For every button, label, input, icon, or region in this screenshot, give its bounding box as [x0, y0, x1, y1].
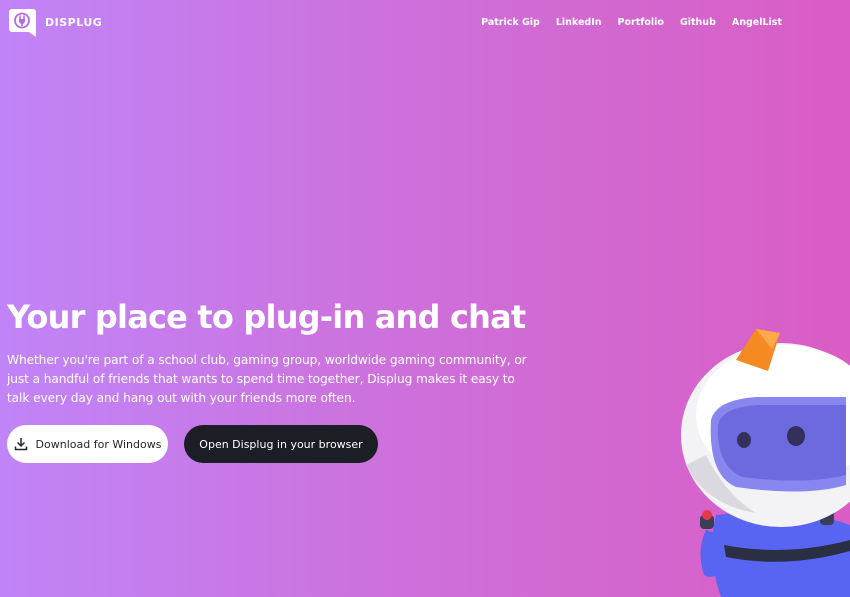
- open-in-browser-button[interactable]: Open Displug in your browser: [184, 425, 378, 463]
- nav-link-angellist[interactable]: AngelList: [732, 17, 782, 29]
- brand-logo[interactable]: DISPLUG: [9, 9, 102, 37]
- top-bar: DISPLUG Patrick Gip LinkedIn Portfolio G…: [0, 0, 850, 48]
- nav-link-github[interactable]: Github: [680, 17, 716, 29]
- hero-title: Your place to plug-in and chat: [7, 298, 526, 336]
- hero-description: Whether you're part of a school club, ga…: [7, 353, 527, 405]
- astronaut-mascot-illustration: [676, 325, 850, 597]
- nav-link-patrick-gip[interactable]: Patrick Gip: [481, 17, 540, 29]
- main-nav: Patrick Gip LinkedIn Portfolio Github An…: [465, 17, 782, 29]
- nav-link-linkedin[interactable]: LinkedIn: [556, 17, 602, 29]
- download-button-label: Download for Windows: [35, 437, 162, 451]
- brand-name: DISPLUG: [45, 16, 103, 29]
- download-icon: [14, 438, 27, 451]
- browser-button-label: Open Displug in your browser: [199, 437, 363, 451]
- nav-link-portfolio[interactable]: Portfolio: [618, 17, 664, 29]
- plug-icon: [9, 9, 36, 37]
- download-windows-button[interactable]: Download for Windows: [7, 425, 168, 463]
